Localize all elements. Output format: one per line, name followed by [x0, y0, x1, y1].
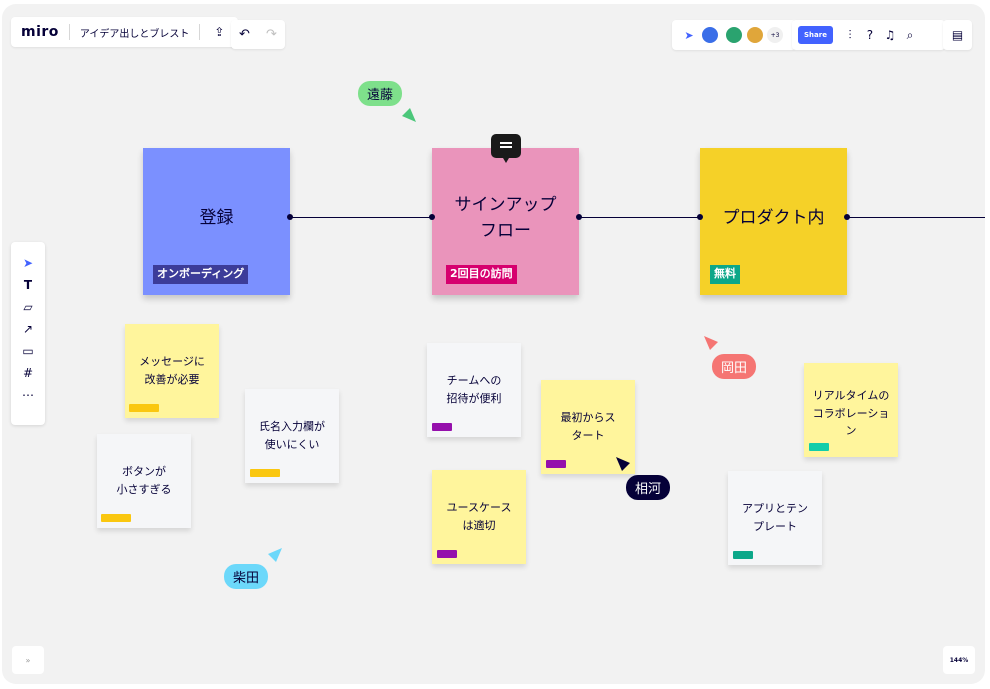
sticky-note[interactable]: チームへの 招待が便利	[427, 343, 521, 437]
notes-button[interactable]: ▤	[943, 20, 972, 50]
cursor-arrow-icon	[402, 108, 416, 122]
sticky-tag-bar	[546, 460, 566, 468]
collaborators: ➤ +3	[672, 20, 796, 50]
frame-icon[interactable]: #	[19, 362, 37, 384]
avatar[interactable]	[701, 26, 719, 44]
redo-icon[interactable]: ↷	[266, 27, 277, 42]
export-icon[interactable]: ⇪	[210, 23, 228, 41]
cursor-label-shibata: 柴田	[224, 564, 269, 589]
miro-logo[interactable]: miro	[21, 24, 59, 40]
expand-panel-button[interactable]: »	[12, 646, 44, 674]
sticky-note[interactable]: リアルタイムの コラボレーショ ン	[804, 363, 898, 457]
cursor-arrow-icon	[616, 457, 630, 471]
connector-dot[interactable]	[844, 214, 850, 220]
zoom-level[interactable]: 144%	[943, 646, 975, 674]
board-canvas[interactable]: miro アイデア出しとブレスト ⇪ ↶ ↷ ➤ +3 Share ⫶ ? ♫ …	[2, 4, 985, 684]
sticky-text: 登録	[199, 207, 234, 228]
cursor-label-endo: 遠藤	[358, 81, 403, 106]
avatar[interactable]	[725, 26, 743, 44]
history-controls: ↶ ↷	[231, 20, 285, 49]
sticky-text: サインアップ フロー	[454, 195, 557, 241]
connector-dot[interactable]	[429, 214, 435, 220]
sticky-note[interactable]: アプリとテン プレート	[728, 471, 822, 565]
sticky-text: ユースケース は適切	[446, 501, 512, 532]
cursor-label-okada: 岡田	[712, 354, 757, 379]
sticky-tag: オンボーディング	[153, 265, 249, 284]
sticky-text: 氏名入力欄が 使いにくい	[259, 420, 325, 451]
follow-cursor-icon[interactable]: ➤	[680, 26, 698, 44]
sticky-note[interactable]: 氏名入力欄が 使いにくい	[245, 389, 339, 483]
search-icon[interactable]: ⌕	[901, 26, 919, 44]
sticky-in-product[interactable]: プロダクト内 無料	[700, 148, 847, 295]
help-icon[interactable]: ?	[861, 26, 879, 44]
comment-icon	[500, 142, 512, 163]
connector-line[interactable]	[290, 217, 985, 218]
more-icon[interactable]: ⋯	[19, 384, 37, 406]
comment-icon[interactable]: ▭	[19, 340, 37, 362]
share-button[interactable]: Share	[798, 26, 833, 44]
sticky-note[interactable]: ユースケース は適切	[432, 470, 526, 564]
avatar[interactable]	[746, 26, 764, 44]
connector-dot[interactable]	[697, 214, 703, 220]
sticky-text: メッセージに 改善が必要	[139, 355, 205, 386]
sticky-tag-bar	[437, 550, 457, 558]
sticky-tag-bar	[129, 404, 159, 412]
cursor-arrow-icon	[704, 336, 718, 350]
creation-toolbar: ➤ T ▱ ↗ ▭ # ⋯	[11, 242, 45, 425]
sticky-tag-bar	[809, 443, 829, 451]
sticky-tag-bar	[101, 514, 131, 522]
text-icon[interactable]: T	[19, 274, 37, 296]
sticky-tag-bar	[733, 551, 753, 559]
board-header: miro アイデア出しとブレスト ⇪	[11, 17, 239, 47]
divider	[199, 24, 201, 40]
sticky-text: プロダクト内	[722, 207, 825, 228]
connector-dot[interactable]	[576, 214, 582, 220]
sticky-text: ボタンが 小さすぎる	[116, 465, 172, 496]
sticky-text: 最初からス タート	[560, 411, 616, 442]
sticky-tag-bar	[250, 469, 280, 477]
undo-icon[interactable]: ↶	[239, 27, 250, 42]
sticky-text: リアルタイムの コラボレーショ ン	[812, 389, 890, 438]
more-collaborators-badge[interactable]: +3	[767, 27, 783, 43]
sticky-tag: 2回目の訪問	[446, 265, 517, 284]
sticky-note[interactable]: メッセージに 改善が必要	[125, 324, 219, 418]
board-title[interactable]: アイデア出しとブレスト	[80, 25, 190, 40]
right-toolbar: Share ⫶ ? ♫ ⌕	[792, 20, 945, 50]
sticky-onboarding[interactable]: 登録 オンボーディング	[143, 148, 290, 295]
cursor-label-aikawa: 相河	[626, 475, 671, 500]
cursor-arrow-icon	[268, 548, 282, 562]
sticky-signup-flow[interactable]: サインアップ フロー 2回目の訪問	[432, 148, 579, 295]
sticky-tag-bar	[432, 423, 452, 431]
divider	[68, 24, 70, 40]
sticky-note[interactable]: ボタンが 小さすぎる	[97, 434, 191, 528]
expand-icon: »	[25, 655, 31, 665]
sticky-tag: 無料	[710, 265, 740, 284]
settings-sliders-icon[interactable]: ⫶	[841, 26, 859, 44]
notes-icon: ▤	[951, 28, 964, 42]
arrow-icon[interactable]: ↗	[19, 318, 37, 340]
connector-dot[interactable]	[287, 214, 293, 220]
sticky-text: チームへの 招待が便利	[446, 374, 502, 405]
notifications-bell-icon[interactable]: ♫	[881, 26, 899, 44]
select-icon[interactable]: ➤	[19, 252, 37, 274]
sticky-note-icon[interactable]: ▱	[19, 296, 37, 318]
sticky-text: アプリとテン プレート	[742, 502, 808, 533]
comment-bubble[interactable]	[491, 134, 521, 163]
